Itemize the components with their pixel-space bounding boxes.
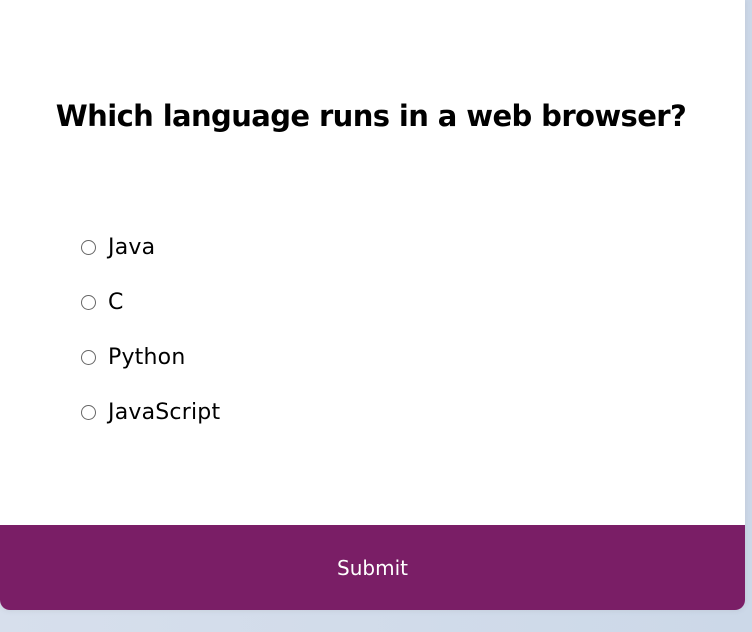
radio-button-javascript[interactable]	[81, 405, 96, 420]
answer-option-javascript[interactable]: JavaScript	[81, 385, 220, 440]
quiz-card: Which language runs in a web browser? Ja…	[0, 0, 745, 610]
answer-label-python[interactable]: Python	[108, 345, 185, 370]
radio-button-java[interactable]	[81, 240, 96, 255]
submit-button[interactable]: Submit	[0, 525, 745, 610]
radio-button-python[interactable]	[81, 350, 96, 365]
answer-options: Java C Python JavaScript	[81, 220, 220, 440]
answer-label-c[interactable]: C	[108, 290, 124, 315]
quiz-question: Which language runs in a web browser?	[55, 99, 687, 133]
answer-option-java[interactable]: Java	[81, 220, 220, 275]
radio-button-c[interactable]	[81, 295, 96, 310]
answer-option-python[interactable]: Python	[81, 330, 220, 385]
answer-label-javascript[interactable]: JavaScript	[108, 400, 220, 425]
answer-label-java[interactable]: Java	[108, 235, 155, 260]
answer-option-c[interactable]: C	[81, 275, 220, 330]
